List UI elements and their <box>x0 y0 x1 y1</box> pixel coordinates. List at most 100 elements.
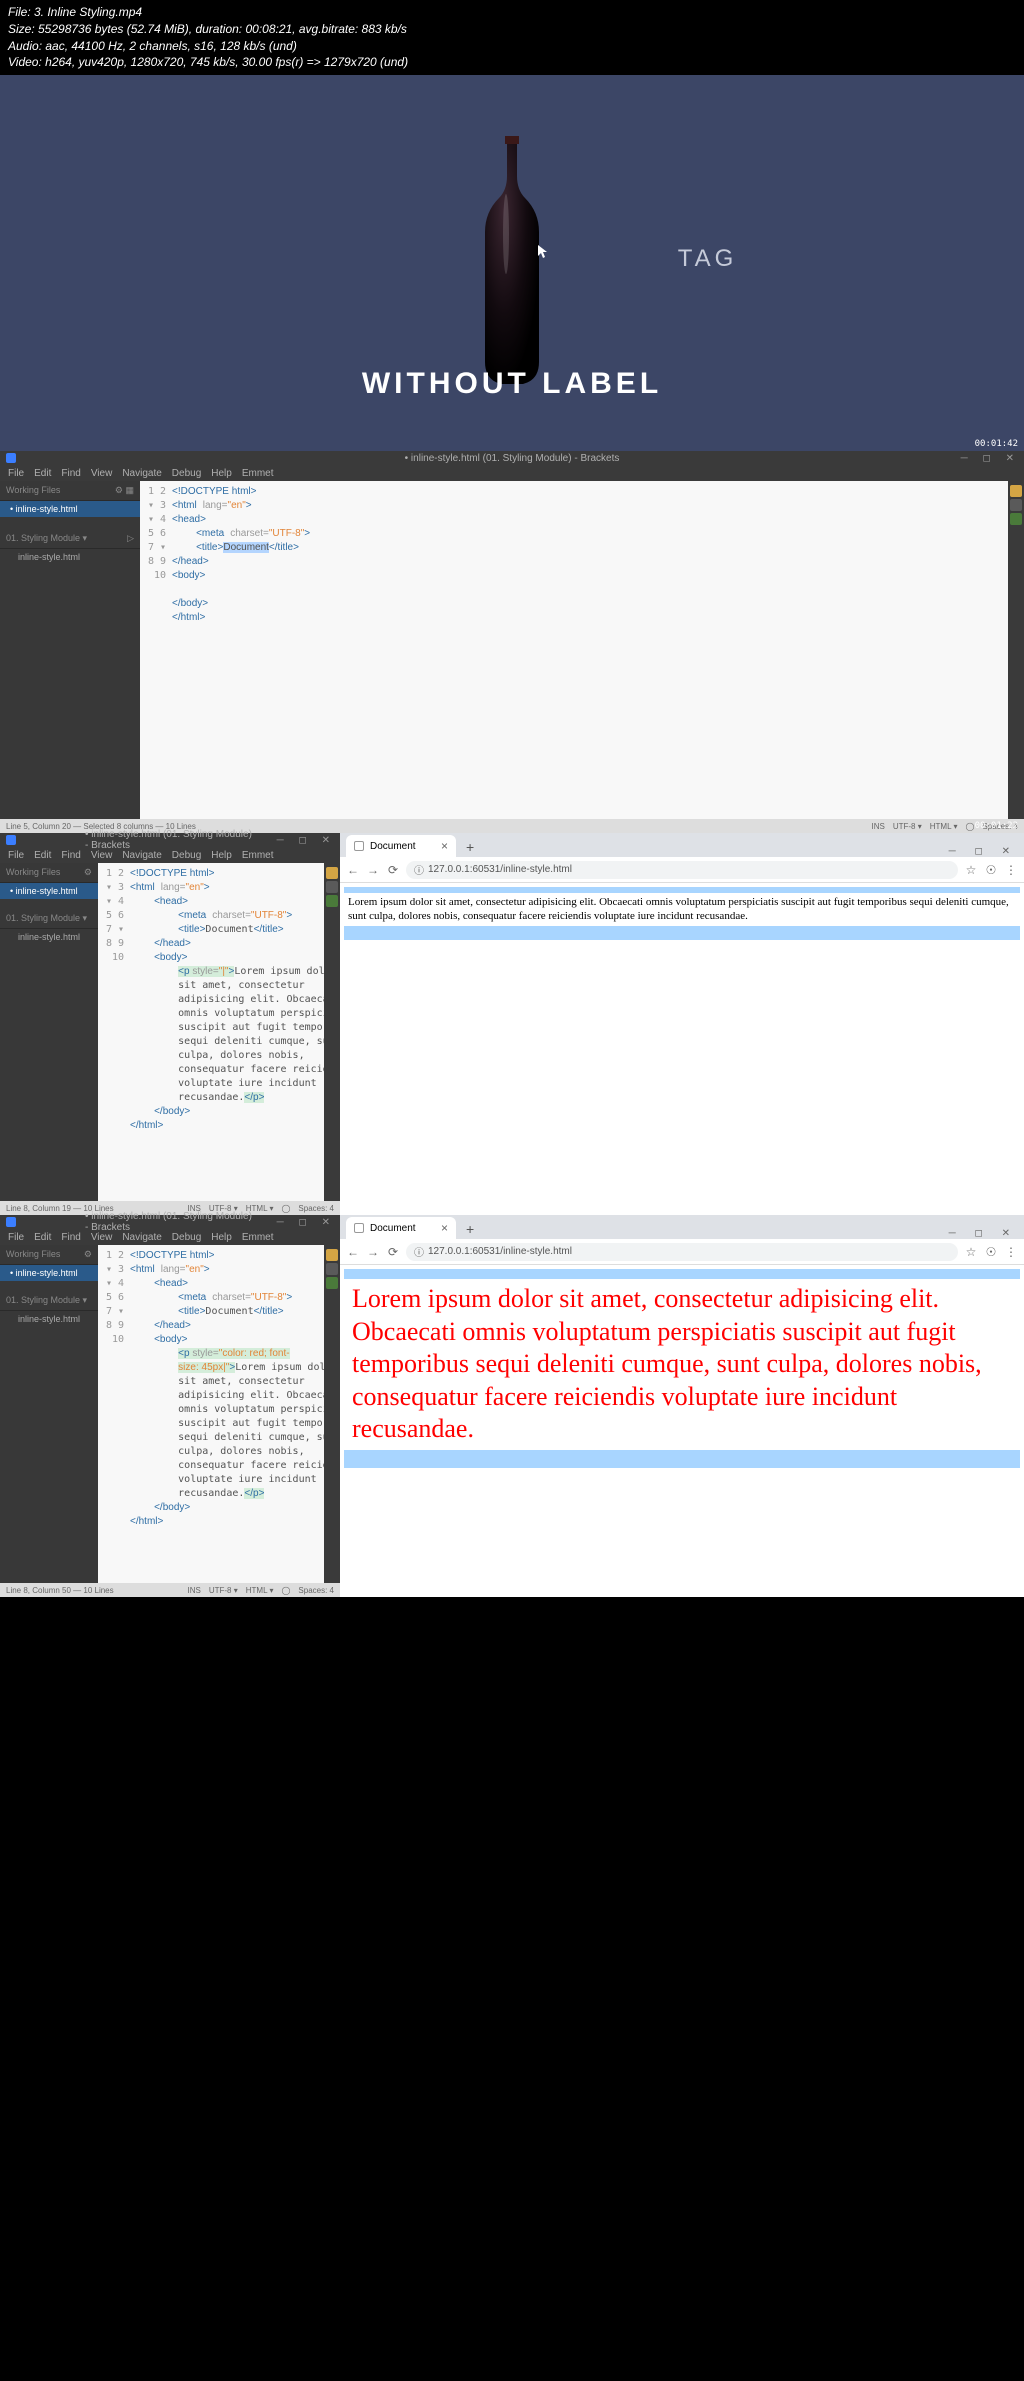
back-icon[interactable]: ← <box>346 863 360 877</box>
statusbar[interactable]: Line 8, Column 50 — 10 Lines INS UTF-8 ▾… <box>0 1583 340 1597</box>
address-bar[interactable]: ⓘ 127.0.0.1:60531/inline-style.html <box>406 861 958 879</box>
video-slide: TAG WITHOUT LABEL 00:01:42 <box>0 75 1024 451</box>
live-preview-icon[interactable] <box>326 1249 338 1261</box>
menu-file[interactable]: File <box>8 850 24 861</box>
menu-edit[interactable]: Edit <box>34 468 51 479</box>
chrome-tabbar[interactable]: Document × + ─ ◻ ✕ <box>340 833 1024 857</box>
url: 127.0.0.1:60531/inline-style.html <box>428 1246 572 1257</box>
window-controls[interactable]: ─ ◻ ✕ <box>949 1228 1024 1239</box>
emmet-icon[interactable] <box>326 1277 338 1289</box>
meta-size: Size: 55298736 bytes (52.74 MiB), durati… <box>8 21 1016 38</box>
menu-navigate[interactable]: Navigate <box>122 468 161 479</box>
project-header[interactable]: 01. Styling Module ▾ <box>0 909 98 929</box>
chrome-toolbar[interactable]: ← → ⟳ ⓘ 127.0.0.1:60531/inline-style.htm… <box>340 857 1024 883</box>
status-lang[interactable]: HTML ▾ <box>930 822 958 831</box>
tab-title: Document <box>370 1223 416 1234</box>
file-metadata: File: 3. Inline Styling.mp4 Size: 552987… <box>0 0 1024 75</box>
star-icon[interactable]: ☆ <box>964 863 978 877</box>
close-tab-icon[interactable]: × <box>441 1221 448 1235</box>
working-files-header[interactable]: Working Files⚙ <box>0 863 98 883</box>
extensions-icon[interactable] <box>1010 499 1022 511</box>
extensions-icon[interactable] <box>326 881 338 893</box>
info-icon[interactable]: ⓘ <box>414 1244 424 1259</box>
sidebar[interactable]: Working Files⚙ • inline-style.html 01. S… <box>0 863 98 1201</box>
back-icon[interactable]: ← <box>346 1245 360 1259</box>
menu-debug[interactable]: Debug <box>172 850 201 861</box>
reload-icon[interactable]: ⟳ <box>386 1245 400 1259</box>
info-icon[interactable]: ⓘ <box>414 862 424 877</box>
working-file[interactable]: • inline-style.html <box>0 883 98 899</box>
menu-help[interactable]: Help <box>211 850 232 861</box>
menu-find[interactable]: Find <box>61 850 80 861</box>
code-content[interactable]: <!DOCTYPE html> <html lang="en"> <head> … <box>130 1245 324 1583</box>
address-bar[interactable]: ⓘ 127.0.0.1:60531/inline-style.html <box>406 1243 958 1261</box>
project-header[interactable]: 01. Styling Module ▾▷ <box>0 529 140 549</box>
menu-icon[interactable]: ⋮ <box>1004 1245 1018 1259</box>
right-toolbar[interactable] <box>324 1245 340 1583</box>
code-editor[interactable]: 1 2 ▾ 3 ▾ 4 5 6 7 ▾ 8 9 10 <!DOCTYPE htm… <box>98 1245 324 1583</box>
chrome-browser-1: Document × + ─ ◻ ✕ ← → ⟳ ⓘ 127.0.0.1:605… <box>340 833 1024 1215</box>
new-tab-button[interactable]: + <box>460 837 480 857</box>
menu-emmet[interactable]: Emmet <box>242 850 274 861</box>
menu-edit[interactable]: Edit <box>34 850 51 861</box>
titlebar[interactable]: • inline-style.html (01. Styling Module)… <box>0 833 340 847</box>
project-file[interactable]: inline-style.html <box>0 929 98 945</box>
status-encoding[interactable]: UTF-8 ▾ <box>893 822 922 831</box>
window-controls[interactable]: ─ ◻ ✕ <box>277 835 336 846</box>
right-toolbar[interactable] <box>1008 481 1024 819</box>
menubar[interactable]: File Edit Find View Navigate Debug Help … <box>0 465 1024 481</box>
browser-tab[interactable]: Document × <box>346 835 456 857</box>
menu-emmet[interactable]: Emmet <box>242 468 274 479</box>
titlebar[interactable]: • inline-style.html (01. Styling Module)… <box>0 451 1024 465</box>
titlebar[interactable]: • inline-style.html (01. Styling Module)… <box>0 1215 340 1229</box>
extensions-icon[interactable] <box>326 1263 338 1275</box>
status-ins[interactable]: INS <box>872 822 885 831</box>
app-icon <box>6 835 16 845</box>
working-files-header[interactable]: Working Files⚙ ▦ <box>0 481 140 501</box>
code-content[interactable]: <!DOCTYPE html> <html lang="en"> <head> … <box>172 481 1008 819</box>
right-toolbar[interactable] <box>324 863 340 1201</box>
menu-debug[interactable]: Debug <box>172 468 201 479</box>
menu-file[interactable]: File <box>8 468 24 479</box>
favicon-icon <box>354 1223 364 1233</box>
working-files-header[interactable]: Working Files⚙ <box>0 1245 98 1265</box>
emmet-icon[interactable] <box>1010 513 1022 525</box>
chrome-toolbar[interactable]: ← → ⟳ ⓘ 127.0.0.1:60531/inline-style.htm… <box>340 1239 1024 1265</box>
chrome-tabbar[interactable]: Document × + ─ ◻ ✕ <box>340 1215 1024 1239</box>
paragraph-text[interactable]: Lorem ipsum dolor sit amet, consectetur … <box>344 893 1020 926</box>
new-tab-button[interactable]: + <box>460 1219 480 1239</box>
browser-tab[interactable]: Document × <box>346 1217 456 1239</box>
window-controls[interactable]: ─ ◻ ✕ <box>277 1217 336 1228</box>
working-file[interactable]: • inline-style.html <box>0 501 140 517</box>
window-controls[interactable]: ─ ◻ ✕ <box>949 846 1024 857</box>
code-editor[interactable]: 1 2 ▾ 3 ▾ 4 5 6 7 ▾ 8 9 10 <!DOCTYPE htm… <box>98 863 324 1201</box>
project-header[interactable]: 01. Styling Module ▾ <box>0 1291 98 1311</box>
close-tab-icon[interactable]: × <box>441 839 448 853</box>
live-preview-icon[interactable] <box>1010 485 1022 497</box>
slide-subtitle: WITHOUT LABEL <box>362 367 662 401</box>
account-icon[interactable]: ☉ <box>984 863 998 877</box>
url: 127.0.0.1:60531/inline-style.html <box>428 864 572 875</box>
account-icon[interactable]: ☉ <box>984 1245 998 1259</box>
menu-icon[interactable]: ⋮ <box>1004 863 1018 877</box>
code-editor[interactable]: 1 2 ▾ 3 ▾ 4 5 6 7 ▾ 8 9 10 <!DOCTYPE htm… <box>140 481 1008 819</box>
reload-icon[interactable]: ⟳ <box>386 863 400 877</box>
working-file[interactable]: • inline-style.html <box>0 1265 98 1281</box>
live-preview-icon[interactable] <box>326 867 338 879</box>
menu-find[interactable]: Find <box>61 468 80 479</box>
project-file[interactable]: inline-style.html <box>0 549 140 565</box>
paragraph-text-large[interactable]: Lorem ipsum dolor sit amet, consectetur … <box>344 1279 1020 1450</box>
forward-icon[interactable]: → <box>366 1245 380 1259</box>
window-controls[interactable]: ─ ◻ ✕ <box>961 453 1020 464</box>
project-file[interactable]: inline-style.html <box>0 1311 98 1327</box>
menu-navigate[interactable]: Navigate <box>122 850 161 861</box>
emmet-icon[interactable] <box>326 895 338 907</box>
menu-view[interactable]: View <box>91 468 113 479</box>
star-icon[interactable]: ☆ <box>964 1245 978 1259</box>
menu-view[interactable]: View <box>91 850 113 861</box>
forward-icon[interactable]: → <box>366 863 380 877</box>
sidebar[interactable]: Working Files⚙ • inline-style.html 01. S… <box>0 1245 98 1583</box>
sidebar[interactable]: Working Files⚙ ▦ • inline-style.html 01.… <box>0 481 140 819</box>
code-content[interactable]: <!DOCTYPE html> <html lang="en"> <head> … <box>130 863 324 1201</box>
menu-help[interactable]: Help <box>211 468 232 479</box>
